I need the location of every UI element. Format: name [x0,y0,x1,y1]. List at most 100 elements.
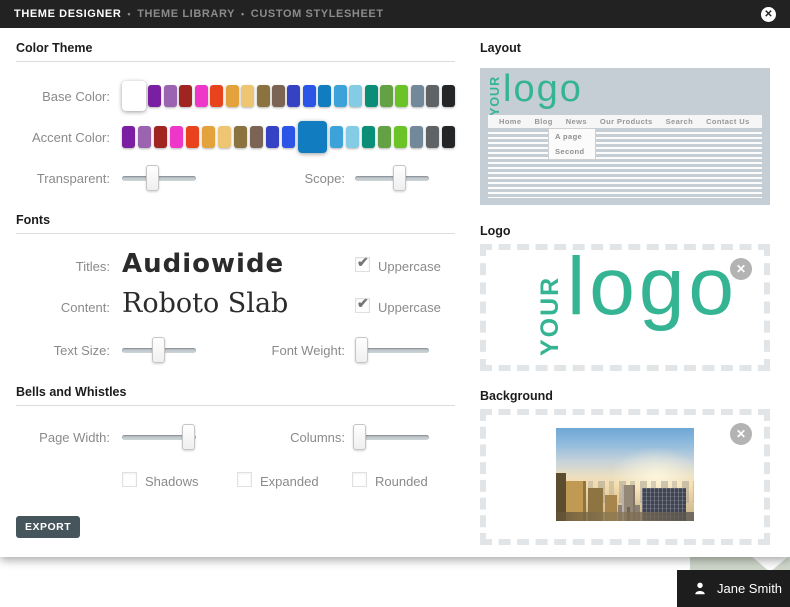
font-weight-slider[interactable] [355,337,429,363]
color-swatch[interactable] [138,126,151,148]
color-swatch-selected[interactable] [122,81,146,111]
transparent-label: Transparent: [16,171,110,186]
preview-logo-word: logo [503,74,583,104]
color-swatch[interactable] [395,85,408,107]
logo-dropzone[interactable]: ✕ YOUR logo [480,244,770,371]
color-swatch[interactable] [426,126,439,148]
content-uppercase-label: Uppercase [378,300,441,315]
titles-font-value[interactable]: Audiowide [122,249,284,279]
nav-item-news[interactable]: News [566,117,587,126]
user-icon [693,581,707,596]
content-uppercase-checkbox[interactable] [355,298,370,313]
dropdown-item-a-page[interactable]: A page [549,129,595,144]
color-swatch[interactable] [272,85,285,107]
color-swatch[interactable] [186,126,199,148]
scope-slider[interactable] [355,165,429,191]
remove-logo-button[interactable]: ✕ [730,258,752,280]
nav-item-home[interactable]: Home [499,117,521,126]
close-icon[interactable]: ✕ [761,7,776,22]
base-color-label: Base Color: [16,89,110,104]
color-theme-heading: Color Theme [16,41,92,55]
fonts-heading: Fonts [16,213,50,227]
nav-item-search[interactable]: Search [666,117,693,126]
titles-uppercase-label: Uppercase [378,259,441,274]
user-name: Jane Smith [717,581,782,596]
columns-slider[interactable] [355,424,429,450]
slider-thumb[interactable] [355,337,368,363]
color-swatch[interactable] [346,126,359,148]
color-swatch[interactable] [442,85,455,107]
slider-thumb[interactable] [393,165,406,191]
accent-color-swatches [122,120,455,154]
color-swatch[interactable] [330,126,343,148]
preview-logo: YOUR logo [488,74,583,116]
color-swatch[interactable] [148,85,161,107]
color-swatch[interactable] [334,85,347,107]
color-swatch[interactable] [318,85,331,107]
background-dropzone[interactable]: ✕ [480,409,770,545]
color-swatch[interactable] [287,85,300,107]
color-swatch[interactable] [218,126,231,148]
theme-designer-modal: THEME DESIGNER •THEME LIBRARY•CUSTOM STY… [0,0,790,557]
breadcrumb-separator: • [127,9,131,19]
color-swatch[interactable] [179,85,192,107]
color-swatch[interactable] [394,126,407,148]
color-swatch[interactable] [195,85,208,107]
color-swatch[interactable] [365,85,378,107]
color-swatch[interactable] [154,126,167,148]
color-swatch[interactable] [410,126,423,148]
color-swatch[interactable] [362,126,375,148]
color-swatch[interactable] [266,126,279,148]
slider-thumb[interactable] [182,424,195,450]
breadcrumb-item[interactable]: THEME LIBRARY [137,8,235,20]
remove-background-button[interactable]: ✕ [730,423,752,445]
rounded-checkbox[interactable] [352,472,367,487]
divider [16,233,455,234]
transparent-slider[interactable] [122,165,196,191]
color-swatch[interactable] [380,85,393,107]
content-font-value[interactable]: Roboto Slab [122,288,288,319]
breadcrumb-separator: • [241,9,245,19]
color-swatch[interactable] [226,85,239,107]
color-swatch[interactable] [378,126,391,148]
color-swatch[interactable] [426,85,439,107]
accent-color-label: Accent Color: [16,130,110,145]
expanded-label: Expanded [260,474,319,489]
text-size-slider[interactable] [122,337,196,363]
slider-thumb[interactable] [152,337,165,363]
color-swatch[interactable] [164,85,177,107]
slider-thumb[interactable] [146,165,159,191]
expanded-checkbox[interactable] [237,472,252,487]
nav-item-blog[interactable]: Blog [534,117,552,126]
export-button[interactable]: EXPORT [16,516,80,538]
layout-preview[interactable]: YOUR logo Home Blog News Our Products Se… [480,68,770,205]
color-swatch[interactable] [234,126,247,148]
user-bar[interactable]: Jane Smith [677,570,790,607]
dropdown-item-second[interactable]: Second [549,144,595,159]
color-swatch[interactable] [257,85,270,107]
logo-preview: YOUR logo [536,254,738,356]
color-swatch[interactable] [411,85,424,107]
color-swatch[interactable] [241,85,254,107]
color-swatch[interactable] [210,85,223,107]
color-swatch[interactable] [170,126,183,148]
color-swatch-selected[interactable] [298,121,327,153]
color-swatch[interactable] [250,126,263,148]
nav-item-our-products[interactable]: Our Products [600,117,653,126]
color-swatch[interactable] [202,126,215,148]
layout-heading: Layout [480,41,521,55]
color-swatch[interactable] [303,85,316,107]
divider [16,61,455,62]
color-swatch[interactable] [349,85,362,107]
shadows-checkbox[interactable] [122,472,137,487]
color-swatch[interactable] [122,126,135,148]
preview-nav: Home Blog News Our Products Search Conta… [488,115,762,128]
color-swatch[interactable] [442,126,455,148]
color-swatch[interactable] [282,126,295,148]
titles-uppercase-checkbox[interactable] [355,257,370,272]
slider-thumb[interactable] [353,424,366,450]
breadcrumb-item[interactable]: CUSTOM STYLESHEET [251,8,384,20]
nav-item-contact-us[interactable]: Contact Us [706,117,750,126]
page-width-slider[interactable] [122,424,196,450]
breadcrumb: • THEME LIBRARY • CUSTOM STYLESHEET [121,8,383,20]
